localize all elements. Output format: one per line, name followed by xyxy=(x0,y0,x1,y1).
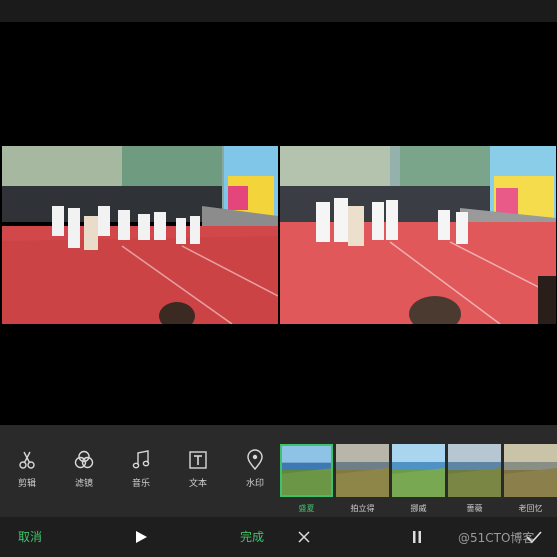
filter-strip: 盛夏 拍立得 挪威 蔷薇 老回忆 xyxy=(280,444,557,517)
play-icon[interactable] xyxy=(134,530,148,544)
video-frame-left xyxy=(2,146,278,324)
filter-label: 盛夏 xyxy=(298,504,315,513)
filter-item-norway[interactable]: 挪威 xyxy=(392,444,445,517)
check-icon[interactable] xyxy=(526,530,542,544)
filter-label: 老回忆 xyxy=(518,504,543,513)
music-note-icon xyxy=(132,450,150,469)
filter-item-old-memory[interactable]: 老回忆 xyxy=(504,444,557,517)
video-preview[interactable] xyxy=(0,22,557,425)
edit-toolbar: 剪辑 滤镜 音乐 文本 水印 盛夏 拍立得 挪威 蔷薇 老回忆 xyxy=(0,425,557,517)
filter-label: 拍立得 xyxy=(350,504,375,513)
tool-watermark-label: 水印 xyxy=(245,479,264,489)
tool-watermark[interactable]: 水印 xyxy=(230,449,280,489)
watermark-text: @51CTO博客 xyxy=(458,531,535,545)
bottom-action-bar: 取消 完成 @51CTO博客 xyxy=(0,517,557,557)
status-bar xyxy=(0,0,557,22)
tool-filter-label: 滤镜 xyxy=(74,479,93,489)
tool-filter[interactable]: 滤镜 xyxy=(59,449,109,489)
text-icon xyxy=(189,451,207,469)
tool-cut[interactable]: 剪辑 xyxy=(2,449,52,489)
filter-thumbnail xyxy=(448,444,501,497)
scissors-icon xyxy=(19,451,35,469)
filter-thumbnail xyxy=(336,444,389,497)
location-pin-icon xyxy=(247,449,263,471)
tool-cut-label: 剪辑 xyxy=(17,479,36,489)
filter-thumbnail xyxy=(504,444,557,497)
filter-item-shengxia[interactable]: 盛夏 xyxy=(280,444,333,517)
tool-music[interactable]: 音乐 xyxy=(116,449,166,489)
filter-thumbnail xyxy=(280,444,333,497)
video-frame-right xyxy=(280,146,556,324)
filter-circles-icon xyxy=(74,450,94,469)
filter-label: 挪威 xyxy=(410,504,427,513)
filter-item-polaroid[interactable]: 拍立得 xyxy=(336,444,389,517)
pause-icon[interactable] xyxy=(410,530,424,544)
done-button[interactable]: 完成 xyxy=(240,528,264,545)
tool-text-label: 文本 xyxy=(188,479,207,489)
filter-label: 蔷薇 xyxy=(466,504,483,513)
filter-item-rose[interactable]: 蔷薇 xyxy=(448,444,501,517)
tool-music-label: 音乐 xyxy=(131,479,150,489)
cancel-button[interactable]: 取消 xyxy=(18,528,42,545)
close-icon[interactable] xyxy=(297,530,311,544)
tool-text[interactable]: 文本 xyxy=(173,449,223,489)
filter-thumbnail xyxy=(392,444,445,497)
